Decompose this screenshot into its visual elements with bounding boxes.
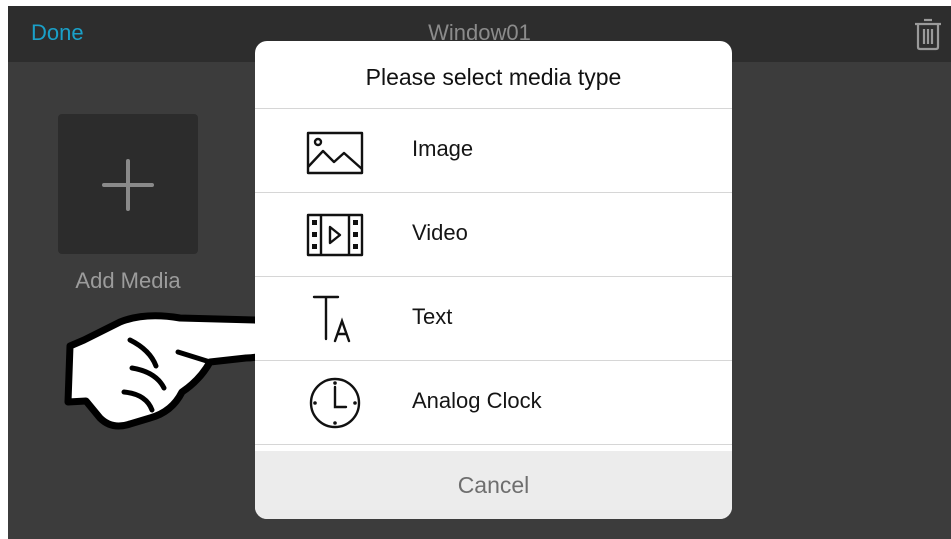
option-text[interactable]: Text [255,277,732,361]
text-icon [312,295,351,343]
video-icon [306,213,364,257]
option-analog-clock[interactable]: Analog Clock [255,361,732,445]
media-type-dialog: Please select media type Image Video Tex… [255,41,732,519]
option-image[interactable]: Image [255,109,732,193]
option-label: Video [412,220,468,245]
option-label: Image [412,136,474,161]
app-screen: Done Window01 Add Media Please select me… [8,6,951,539]
analog-clock-icon [309,377,361,429]
image-icon [306,131,364,175]
dialog-title: Please select media type [255,41,732,109]
option-label: Text [412,304,453,329]
trash-icon[interactable] [913,17,943,51]
option-video[interactable]: Video [255,193,732,277]
plus-icon [102,159,154,211]
cancel-button[interactable]: Cancel [255,451,732,519]
add-media-label: Add Media [75,268,181,293]
add-media-button[interactable] [58,114,198,254]
option-label: Analog Clock [412,388,542,413]
